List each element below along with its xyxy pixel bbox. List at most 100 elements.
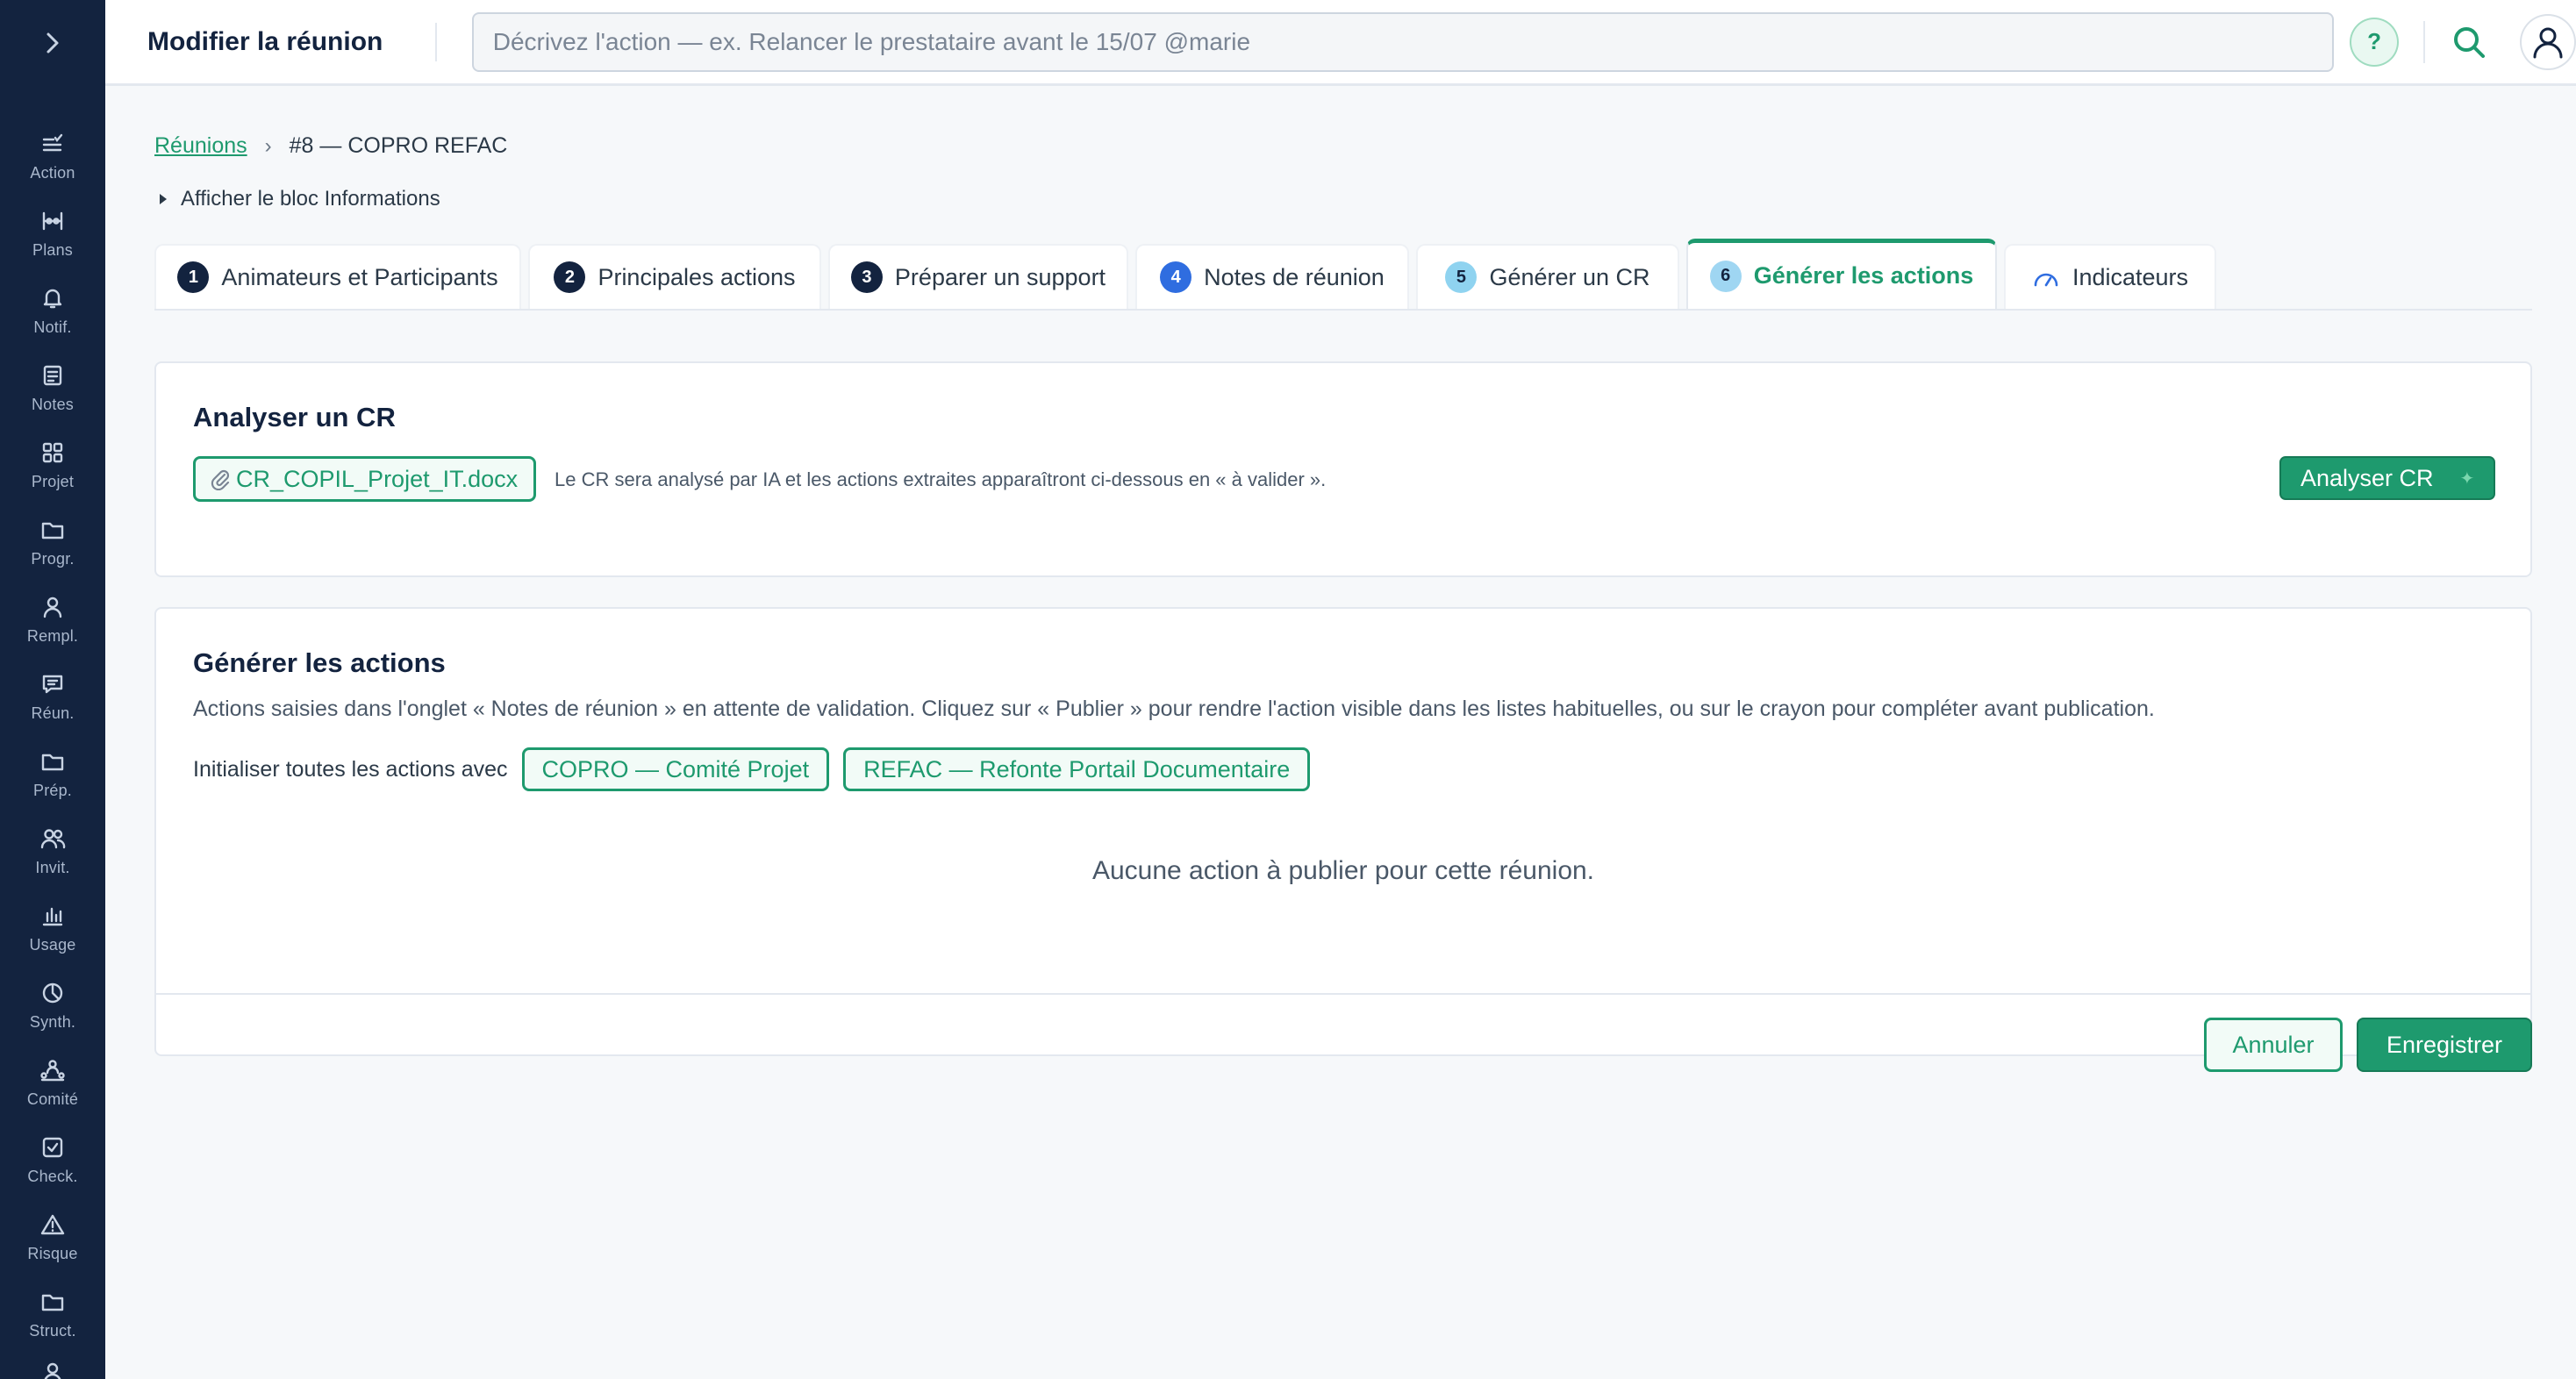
init-tag-refac[interactable]: REFAC — Refonte Portail Documentaire bbox=[843, 747, 1311, 791]
sidebar-item-label: Projet bbox=[31, 472, 75, 490]
tab-label: Générer les actions bbox=[1753, 262, 1974, 289]
init-row: Initialiser toutes les actions avec COPR… bbox=[193, 747, 1324, 791]
breadcrumb-current: #8 — COPRO REFAC bbox=[289, 133, 508, 158]
sidebar-item-plans[interactable]: Plans bbox=[0, 195, 105, 272]
sidebar-item-label: Prép. bbox=[32, 781, 73, 799]
notes-icon bbox=[39, 362, 66, 389]
tab-indicateurs[interactable]: Indicateurs bbox=[2004, 244, 2216, 309]
folder-icon bbox=[39, 517, 66, 543]
committee-icon bbox=[39, 1057, 66, 1083]
sidebar-item-synth[interactable]: Synth. bbox=[0, 967, 105, 1044]
divider bbox=[154, 993, 2532, 995]
people-icon bbox=[39, 825, 66, 852]
sidebar-item-projet[interactable]: Projet bbox=[0, 426, 105, 504]
gauge-icon bbox=[2032, 266, 2060, 289]
paperclip-icon bbox=[210, 468, 231, 490]
sparkle-icon: ✦ bbox=[2459, 468, 2475, 489]
tab-label: Principales actions bbox=[597, 263, 796, 290]
checkbox-icon bbox=[39, 1134, 66, 1161]
topbar: Modifier la réunion ? bbox=[105, 0, 2576, 86]
sidebar-item-label: Invit. bbox=[35, 858, 70, 876]
info-toggle-label: Afficher le bloc Informations bbox=[181, 187, 440, 211]
sidebar-item-invit[interactable]: Invit. bbox=[0, 812, 105, 890]
sidebar-item-label: Progr. bbox=[31, 549, 75, 568]
sidebar-item-label: Rempl. bbox=[26, 626, 79, 645]
analyse-hint: Le CR sera analysé par IA et les actions… bbox=[555, 468, 1327, 490]
sidebar-item-check[interactable]: Check. bbox=[0, 1121, 105, 1198]
step-number: 1 bbox=[177, 261, 210, 293]
button-label: Analyser CR bbox=[2301, 464, 2434, 491]
person-icon bbox=[39, 594, 66, 620]
user-icon bbox=[2533, 27, 2563, 58]
sidebar-item-notes[interactable]: Notes bbox=[0, 349, 105, 426]
sidebar-toggle-button[interactable] bbox=[0, 0, 105, 86]
avatar[interactable] bbox=[2520, 13, 2576, 70]
chevron-right-icon bbox=[47, 32, 59, 54]
init-label: Initialiser toutes les actions avec bbox=[193, 756, 508, 782]
tab-generer-cr[interactable]: 5 Générer un CR bbox=[1416, 244, 1679, 309]
tab-principales-actions[interactable]: 2 Principales actions bbox=[528, 244, 821, 309]
tab-notes-reunion[interactable]: 4 Notes de réunion bbox=[1135, 244, 1409, 309]
init-tag-copro[interactable]: COPRO — Comité Projet bbox=[521, 747, 830, 791]
help-button[interactable]: ? bbox=[2350, 17, 2400, 67]
search-icon bbox=[2454, 26, 2486, 58]
sidebar: Action Plans Notif. Notes Projet Progr. … bbox=[0, 0, 105, 1379]
sidebar-item-progr[interactable]: Progr. bbox=[0, 504, 105, 581]
save-button[interactable]: Enregistrer bbox=[2357, 1018, 2532, 1072]
page-title: Modifier la réunion bbox=[147, 26, 383, 56]
tab-generer-actions[interactable]: 6 Générer les actions bbox=[1686, 239, 1997, 309]
sidebar-item-reun[interactable]: Réun. bbox=[0, 658, 105, 735]
sidebar-item-label: Check. bbox=[27, 1167, 78, 1185]
sidebar-item-label: Comité bbox=[26, 1090, 79, 1108]
tab-label: Animateurs et Participants bbox=[221, 263, 498, 290]
info-block-toggle[interactable]: Afficher le bloc Informations bbox=[154, 187, 440, 211]
analyse-cr-card: Analyser un CR CR_COPIL_Projet_IT.docx L… bbox=[154, 361, 2532, 577]
sidebar-item-label: Usage bbox=[29, 935, 76, 954]
folder-icon bbox=[39, 748, 66, 775]
person-icon bbox=[39, 1360, 66, 1379]
bell-icon bbox=[39, 285, 66, 311]
sidebar-item-label: Notif. bbox=[33, 318, 72, 336]
breadcrumb-link-reunions[interactable]: Réunions bbox=[154, 133, 247, 159]
sidebar-item-notif[interactable]: Notif. bbox=[0, 272, 105, 349]
tab-label: Notes de réunion bbox=[1204, 263, 1385, 290]
pie-icon bbox=[39, 980, 66, 1006]
step-number: 6 bbox=[1709, 260, 1742, 292]
sidebar-item-label: Synth. bbox=[29, 1012, 76, 1031]
sidebar-item-label: Action bbox=[30, 163, 75, 182]
file-attachment-chip[interactable]: CR_COPIL_Projet_IT.docx bbox=[193, 456, 537, 502]
step-number: 4 bbox=[1160, 261, 1192, 293]
sidebar-item-rempl[interactable]: Rempl. bbox=[0, 581, 105, 658]
step-number: 3 bbox=[850, 261, 883, 293]
folder-icon bbox=[39, 1289, 66, 1315]
grid-icon bbox=[39, 439, 66, 466]
cancel-button[interactable]: Annuler bbox=[2204, 1018, 2343, 1072]
step-number: 5 bbox=[1445, 261, 1478, 293]
tab-preparer-support[interactable]: 3 Préparer un support bbox=[828, 244, 1128, 309]
sidebar-item-usage[interactable]: Usage bbox=[0, 890, 105, 967]
plans-icon bbox=[39, 208, 66, 234]
sidebar-item-label: Réun. bbox=[31, 704, 75, 722]
breadcrumb-separator: › bbox=[264, 133, 272, 158]
sidebar-item-more[interactable] bbox=[0, 1353, 105, 1379]
sidebar-item-risque[interactable]: Risque bbox=[0, 1198, 105, 1275]
breadcrumb: Réunions › #8 — COPRO REFAC bbox=[154, 133, 507, 159]
sidebar-item-action[interactable]: Action bbox=[0, 118, 105, 195]
generate-actions-card: Générer les actions Actions saisies dans… bbox=[154, 607, 2532, 1056]
step-number: 2 bbox=[554, 261, 586, 293]
tab-bar: 1 Animateurs et Participants 2 Principal… bbox=[154, 239, 2532, 311]
tab-animateurs[interactable]: 1 Animateurs et Participants bbox=[154, 244, 521, 309]
sidebar-item-prep[interactable]: Prép. bbox=[0, 735, 105, 812]
analyse-cr-button[interactable]: Analyser CR ✦ bbox=[2279, 456, 2495, 500]
tab-label: Préparer un support bbox=[894, 263, 1106, 290]
caret-right-icon bbox=[160, 194, 167, 204]
section-title: Générer les actions bbox=[193, 647, 446, 678]
action-input[interactable] bbox=[471, 11, 2335, 72]
sidebar-item-struct[interactable]: Struct. bbox=[0, 1275, 105, 1353]
empty-state-message: Aucune action à publier pour cette réuni… bbox=[1091, 856, 1595, 885]
sidebar-item-comite[interactable]: Comité bbox=[0, 1044, 105, 1121]
action-icon bbox=[39, 131, 66, 157]
warning-icon bbox=[39, 1211, 66, 1238]
search-button[interactable] bbox=[2448, 21, 2490, 63]
file-name: CR_COPIL_Projet_IT.docx bbox=[236, 465, 519, 492]
